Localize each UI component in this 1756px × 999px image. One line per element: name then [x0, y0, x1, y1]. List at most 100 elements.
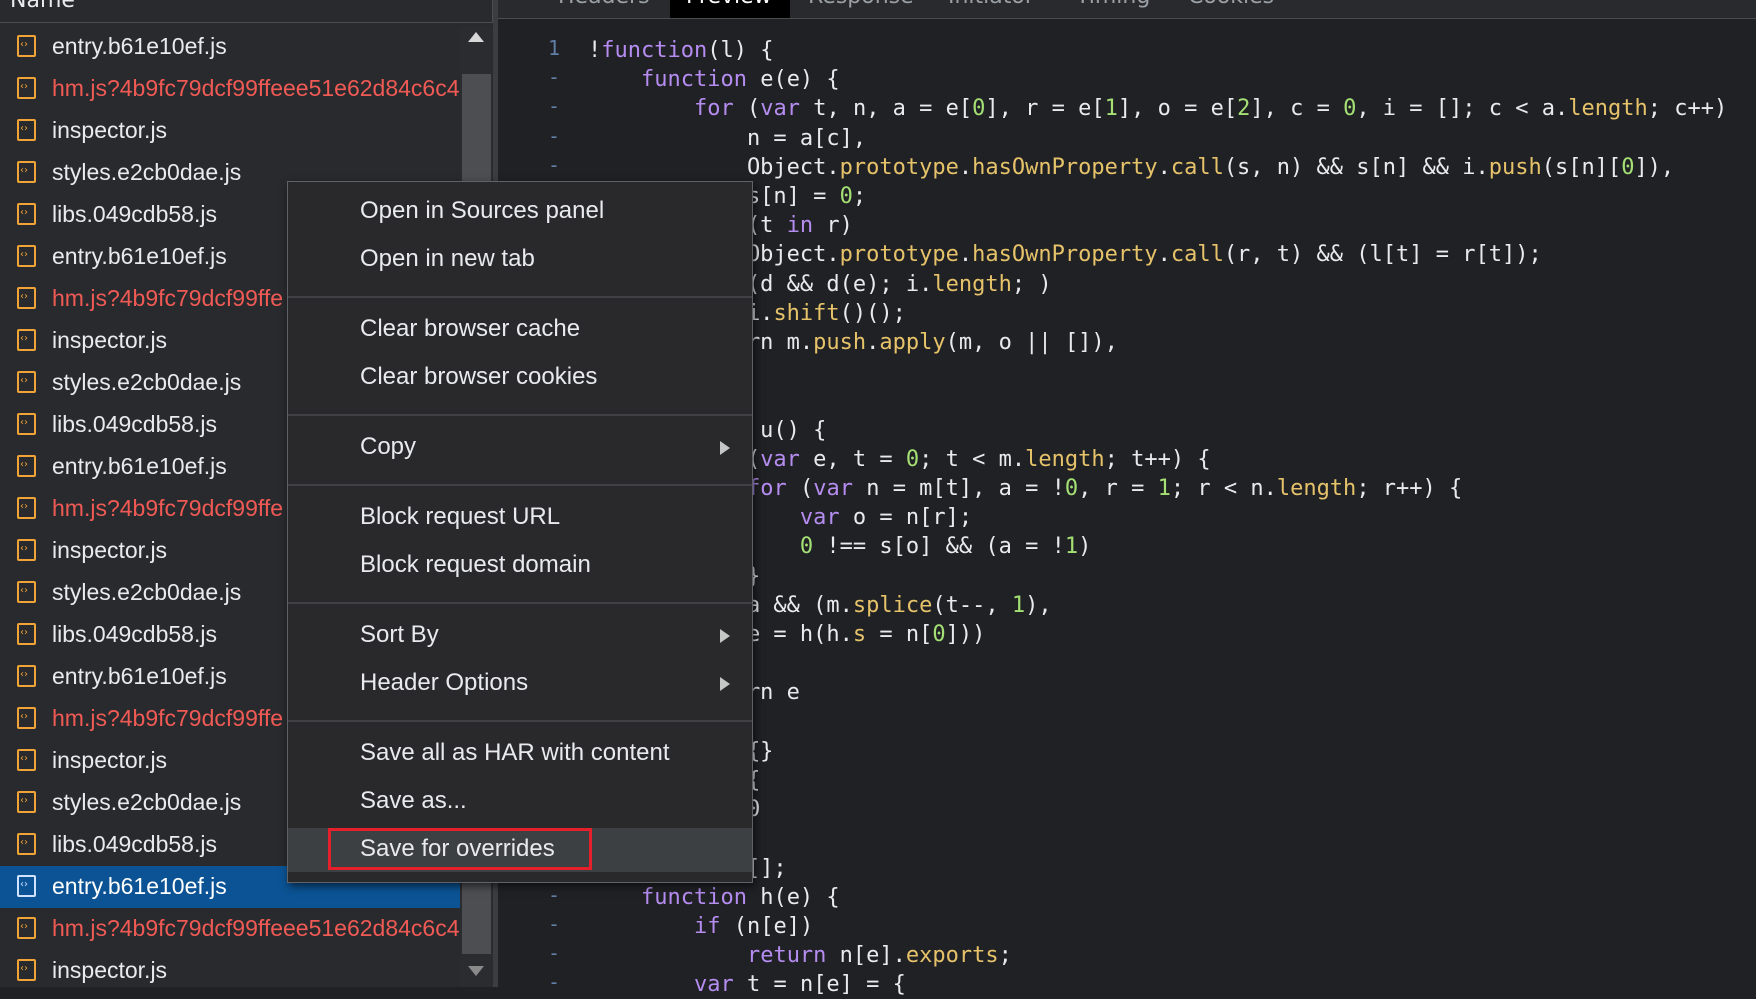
menu-item-label: Clear browser cookies [360, 363, 598, 390]
table-row[interactable]: inspector.js [0, 110, 460, 152]
code-line: function h(e) { [640, 884, 840, 910]
code-line: Object.prototype.hasOwnProperty.call(s, … [588, 154, 1675, 180]
line-number: - [547, 65, 560, 90]
code-line: function e(e) { [640, 67, 840, 93]
menu-item-save-as[interactable]: Save as... [288, 780, 752, 824]
script-file-icon [17, 707, 36, 729]
request-name: styles.e2cb0dae.js [52, 159, 242, 185]
script-file-icon [17, 329, 36, 351]
tab-headers[interactable]: Headers [558, 0, 650, 9]
table-row[interactable]: hm.js?4b9fc79dcf99ffeee51e62d84c6c4 [0, 68, 460, 110]
context-menu: Open in Sources panel Open in new tab Cl… [287, 181, 753, 883]
scroll-up-arrow-icon[interactable] [468, 32, 484, 42]
script-file-icon [17, 413, 36, 435]
request-name: entry.b61e10ef.js [52, 243, 227, 269]
script-file-icon [17, 77, 36, 99]
code-line: n = a[c], [588, 125, 867, 151]
request-name: styles.e2cb0dae.js [52, 579, 242, 605]
request-name: hm.js?4b9fc79dcf99ffe [52, 495, 284, 521]
table-row[interactable]: entry.b61e10ef.js [0, 26, 460, 68]
menu-item-clear-browser-cache[interactable]: Clear browser cache [288, 308, 752, 352]
request-name: inspector.js [52, 957, 168, 983]
request-name: entry.b61e10ef.js [52, 453, 227, 479]
menu-item-label: Save all as HAR with content [360, 739, 670, 766]
menu-item-label: Copy [360, 433, 417, 460]
submenu-arrow-icon [720, 677, 730, 691]
request-name: styles.e2cb0dae.js [52, 369, 242, 395]
menu-item-label: Header Options [360, 669, 529, 696]
menu-item-label: Sort By [360, 621, 439, 648]
script-file-icon [17, 623, 36, 645]
script-file-icon [17, 749, 36, 771]
request-name: inspector.js [52, 117, 168, 143]
request-name: hm.js?4b9fc79dcf99ffeee51e62d84c6c4 [52, 915, 460, 941]
request-name: libs.049cdb58.js [52, 411, 217, 437]
menu-item-copy[interactable]: Copy [288, 426, 752, 470]
script-file-icon [17, 161, 36, 183]
tab-timing[interactable]: Timing [1076, 0, 1150, 9]
menu-item-header-options[interactable]: Header Options [288, 662, 752, 706]
tab-cookies[interactable]: Cookies [1188, 0, 1274, 9]
detail-tabs: Headers Preview Response Initiator Timin… [498, 0, 1756, 19]
menu-item-label: Save as... [360, 787, 467, 814]
tab-response[interactable]: Response [808, 0, 914, 9]
line-number: - [547, 123, 560, 148]
script-file-icon [17, 581, 36, 603]
scroll-down-arrow-icon[interactable] [468, 966, 484, 976]
script-file-icon [17, 665, 36, 687]
request-name: hm.js?4b9fc79dcf99ffe [52, 705, 284, 731]
menu-item-block-request-url[interactable]: Block request URL [288, 496, 752, 540]
name-column-header[interactable]: Name [0, 0, 493, 23]
script-file-icon [17, 119, 36, 141]
menu-separator [288, 602, 752, 604]
request-name: entry.b61e10ef.js [52, 33, 227, 59]
tab-preview[interactable]: Preview [686, 0, 772, 9]
tab-initiator[interactable]: Initiator [948, 0, 1034, 9]
menu-item-block-request-domain[interactable]: Block request domain [288, 544, 752, 588]
submenu-arrow-icon [720, 441, 730, 455]
menu-separator [288, 296, 752, 298]
request-name: inspector.js [52, 747, 168, 773]
menu-separator [288, 484, 752, 486]
script-file-icon [17, 959, 36, 981]
script-file-icon [17, 287, 36, 309]
script-file-icon [17, 203, 36, 225]
line-number: - [547, 970, 560, 995]
menu-item-open-in-sources[interactable]: Open in Sources panel [288, 190, 752, 234]
script-file-icon [17, 497, 36, 519]
line-number: - [547, 152, 560, 177]
script-file-icon [17, 245, 36, 267]
request-name: entry.b61e10ef.js [52, 663, 227, 689]
menu-item-clear-browser-cookies[interactable]: Clear browser cookies [288, 356, 752, 400]
menu-item-open-in-new-tab[interactable]: Open in new tab [288, 238, 752, 282]
request-name: inspector.js [52, 327, 168, 353]
menu-item-save-for-overrides[interactable]: Save for overrides [288, 828, 752, 872]
menu-item-label: Clear browser cache [360, 315, 581, 342]
script-file-icon [17, 539, 36, 561]
code-line: !function(l) { [588, 38, 774, 63]
code-line: var t = n[e] = { [693, 972, 906, 998]
line-number: - [547, 882, 560, 907]
menu-item-sort-by[interactable]: Sort By [288, 614, 752, 658]
script-file-icon [17, 875, 36, 897]
name-column-label: Name [10, 0, 75, 13]
script-file-icon [17, 371, 36, 393]
table-row[interactable]: inspector.js [0, 950, 460, 987]
menu-separator [288, 414, 752, 416]
menu-item-label: Open in new tab [360, 245, 535, 272]
request-name: entry.b61e10ef.js [52, 873, 227, 899]
line-number: - [547, 941, 560, 966]
line-number: - [547, 912, 560, 936]
menu-item-save-all-as-har[interactable]: Save all as HAR with content [288, 732, 752, 776]
script-file-icon [17, 833, 36, 855]
submenu-arrow-icon [720, 629, 730, 643]
line-number: 1 [547, 36, 560, 60]
table-row[interactable]: hm.js?4b9fc79dcf99ffeee51e62d84c6c4 [0, 908, 460, 950]
request-name: inspector.js [52, 537, 168, 563]
request-name: styles.e2cb0dae.js [52, 789, 242, 815]
line-number: - [547, 94, 560, 119]
request-name: libs.049cdb58.js [52, 831, 217, 857]
menu-item-label: Block request domain [360, 551, 591, 578]
menu-separator [288, 720, 752, 722]
request-name: libs.049cdb58.js [52, 201, 217, 227]
